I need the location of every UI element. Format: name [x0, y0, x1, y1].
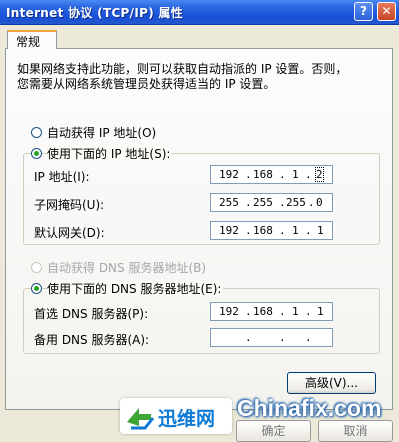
- ip-manual-radio-row[interactable]: 使用下面的 IP 地址(S):: [31, 144, 173, 162]
- watermark-right-text: Chinafix.com: [237, 395, 382, 421]
- default-gateway-octet-1: 192: [219, 224, 239, 237]
- dns-auto-radio[interactable]: [31, 261, 42, 273]
- default-gateway-label: 默认网关(D):: [34, 226, 105, 240]
- dns-manual-radio[interactable]: [31, 282, 42, 294]
- window-title: Internet 协议 (TCP/IP) 属性: [6, 6, 184, 20]
- advanced-button[interactable]: 高级(V)...: [287, 372, 376, 394]
- dns-manual-radio-row[interactable]: 使用下面的 DNS 服务器地址(E):: [31, 279, 224, 297]
- title-bar: Internet 协议 (TCP/IP) 属性 ? ✕: [0, 0, 399, 25]
- default-gateway-octet-4: 1: [317, 224, 324, 237]
- ip-auto-radio-row[interactable]: 自动获得 IP 地址(O): [31, 124, 156, 140]
- description-text: 如果网络支持此功能，则可以获取自动指派的 IP 设置。否则， 您需要从网络系统管…: [17, 62, 367, 92]
- close-button[interactable]: ✕: [377, 2, 396, 21]
- dns-auto-radio-row[interactable]: 自动获得 DNS 服务器地址(B): [31, 259, 206, 275]
- preferred-dns-input[interactable]: 192 . 168 . 1 . 1: [210, 302, 333, 321]
- default-gateway-octet-2: 168: [253, 224, 273, 237]
- cancel-button[interactable]: 取消: [318, 420, 393, 442]
- ip-manual-label: 使用下面的 IP 地址(S):: [47, 144, 173, 162]
- ip-auto-radio[interactable]: [31, 126, 42, 138]
- ip-address-octet-3: 1: [292, 168, 299, 181]
- ip-manual-radio[interactable]: [31, 147, 42, 159]
- preferred-dns-label: 首选 DNS 服务器(P):: [34, 307, 149, 321]
- subnet-mask-octet-2: 255: [253, 196, 273, 209]
- subnet-mask-octet-1: 255: [219, 196, 239, 209]
- subnet-mask-octet-3: 255: [286, 196, 306, 209]
- default-gateway-input[interactable]: 192 . 168 . 1 . 1: [210, 221, 333, 240]
- ip-address-octet-4: 2: [315, 167, 324, 182]
- tab-general-label: 常规: [16, 35, 41, 49]
- alternate-dns-label: 备用 DNS 服务器(A):: [34, 333, 150, 347]
- preferred-dns-octet-3: 1: [292, 305, 299, 318]
- tab-general[interactable]: 常规: [7, 30, 57, 49]
- preferred-dns-octet-1: 192: [219, 305, 239, 318]
- subnet-mask-input[interactable]: 255 . 255 . 255 . 0: [210, 193, 333, 212]
- ip-address-input[interactable]: 192 . 168 . 1 . 2: [210, 165, 333, 184]
- preferred-dns-octet-2: 168: [253, 305, 273, 318]
- ip-address-octet-1: 192: [219, 168, 239, 181]
- ip-address-label: IP 地址(I):: [34, 170, 90, 184]
- description-line-1: 如果网络支持此功能，则可以获取自动指派的 IP 设置。否则，: [17, 62, 348, 76]
- watermark-logo: 迅维网: [120, 398, 232, 434]
- default-gateway-octet-3: 1: [292, 224, 299, 237]
- subnet-mask-octet-4: 0: [316, 196, 323, 209]
- subnet-mask-label: 子网掩码(U):: [34, 198, 105, 212]
- preferred-dns-octet-4: 1: [317, 305, 324, 318]
- ip-address-octet-2: 168: [253, 168, 273, 181]
- dns-manual-label: 使用下面的 DNS 服务器地址(E):: [47, 279, 224, 297]
- dns-auto-label: 自动获得 DNS 服务器地址(B): [47, 260, 207, 275]
- alternate-dns-input[interactable]: . . .: [210, 328, 333, 347]
- help-button[interactable]: ?: [354, 2, 373, 21]
- ip-auto-label: 自动获得 IP 地址(O): [47, 125, 157, 140]
- description-line-2: 您需要从网络系统管理员处获得适当的 IP 设置。: [17, 77, 276, 91]
- watermark-left-text: 迅维网: [158, 408, 216, 430]
- watermark-logo-icon: [127, 408, 155, 430]
- ok-button[interactable]: 确定: [236, 420, 311, 442]
